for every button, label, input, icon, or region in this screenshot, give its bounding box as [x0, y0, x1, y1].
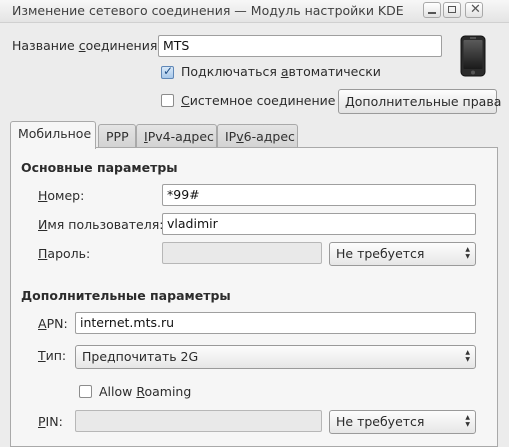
network-type-select[interactable]: Предпочитать 2G ▲ ▼ [75, 345, 476, 369]
tab-ipv6[interactable]: IPv6-адрес [217, 124, 298, 148]
pin-input[interactable] [75, 410, 322, 432]
tab-ipv4[interactable]: IPv4-адрес [136, 124, 217, 148]
updown-arrows-icon: ▲ ▼ [465, 246, 470, 260]
network-type-value: Предпочитать 2G [82, 349, 199, 364]
basic-params-heading: Основные параметры [21, 160, 178, 175]
close-icon: ✕ [470, 2, 481, 17]
password-mode-value: Не требуется [336, 246, 425, 261]
allow-roaming-label[interactable]: Allow Roaming [99, 384, 191, 399]
pin-mode-value: Не требуется [336, 414, 425, 429]
maximize-button[interactable] [443, 2, 461, 18]
window-title: Изменение сетевого соединения — Модуль н… [12, 3, 404, 18]
system-connection-checkbox[interactable] [161, 94, 174, 107]
extra-params-heading: Дополнительные параметры [21, 288, 231, 303]
type-label: Тип: [38, 348, 67, 363]
apn-label: APN: [38, 316, 68, 331]
auto-connect-label[interactable]: Подключаться автоматически [181, 64, 381, 79]
username-input[interactable]: vladimir [162, 213, 476, 235]
minimize-icon [428, 12, 436, 14]
username-label: Имя пользователя: [38, 217, 164, 232]
minimize-button[interactable] [423, 2, 441, 18]
password-input[interactable] [162, 242, 322, 264]
connection-name-input[interactable]: MTS [158, 35, 442, 57]
window-titlebar[interactable]: Изменение сетевого соединения — Модуль н… [0, 0, 509, 23]
allow-roaming-checkbox[interactable] [79, 385, 92, 398]
maximize-icon [448, 6, 456, 13]
apn-input[interactable]: internet.mts.ru [75, 312, 476, 334]
checkmark-icon: ✓ [163, 64, 174, 78]
updown-arrows-icon: ▲ ▼ [465, 414, 470, 428]
auto-connect-checkbox[interactable]: ✓ [161, 64, 174, 79]
close-button[interactable]: ✕ [465, 2, 483, 18]
password-label: Пароль: [38, 246, 91, 261]
connection-name-label: Название соединения: [12, 38, 162, 53]
number-label: Номер: [38, 188, 85, 203]
pin-mode-select[interactable]: Не требуется ▲ ▼ [329, 410, 476, 434]
updown-arrows-icon: ▲ ▼ [465, 349, 470, 363]
tab-ppp[interactable]: PPP [98, 124, 136, 148]
advanced-rights-button[interactable]: Дополнительные права [338, 89, 501, 114]
system-connection-label[interactable]: Системное соединение [181, 93, 335, 108]
number-input[interactable]: *99# [162, 184, 476, 206]
password-mode-select[interactable]: Не требуется ▲ ▼ [329, 242, 476, 266]
pin-label: PIN: [38, 414, 63, 429]
tab-mobile[interactable]: Мобильное [10, 121, 96, 149]
mobile-phone-icon [460, 35, 486, 77]
